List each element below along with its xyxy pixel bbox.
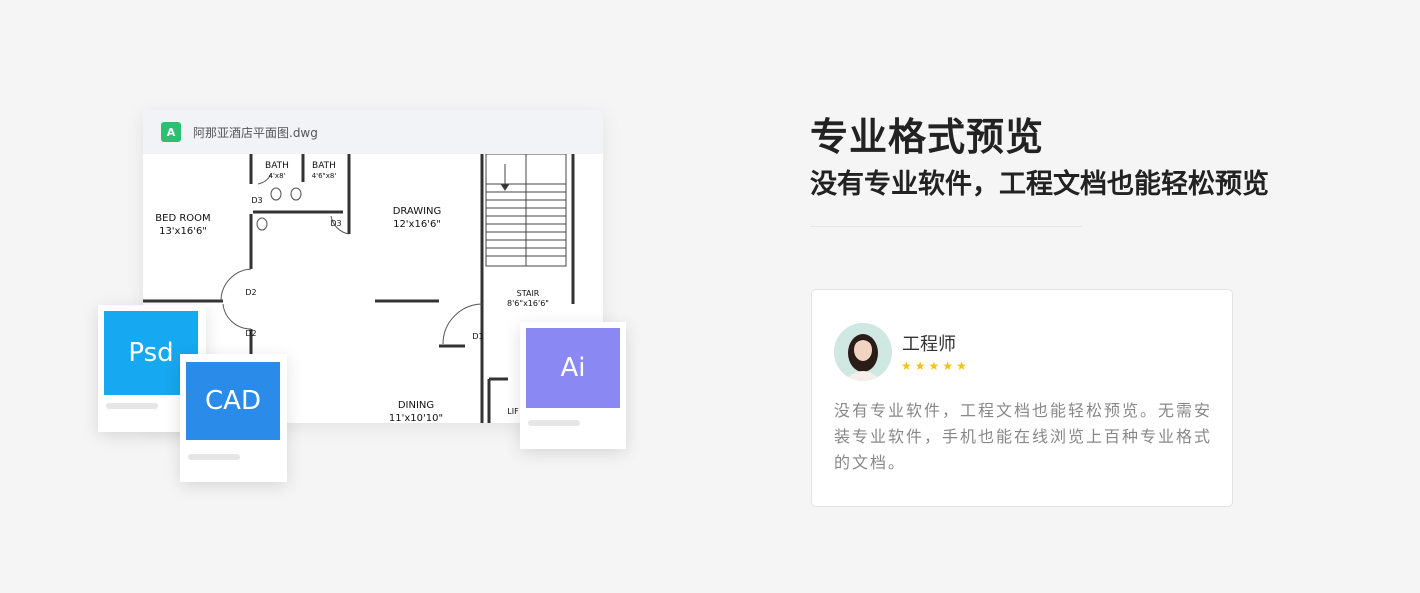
divider (810, 226, 1082, 227)
plan-label-bath2-size: 4'6"x8' (312, 172, 337, 180)
dwg-file-icon: A (161, 122, 181, 142)
ai-format-tile: Ai (526, 328, 620, 408)
door-label-d2a: D2 (245, 288, 256, 297)
file-name: 阿那亚酒店平面图.dwg (193, 125, 318, 140)
cad-format-tile: CAD (186, 362, 280, 440)
star-icon: ★ (942, 359, 954, 373)
star-icon: ★ (914, 359, 926, 373)
door-label-d2b: D2 (245, 329, 256, 338)
door-label-d3b: D3 (330, 219, 341, 228)
door-label-d3a: D3 (251, 196, 262, 205)
reviewer-avatar (834, 323, 892, 381)
review-text: 没有专业软件，工程文档也能轻松预览。无需安装专业软件，手机也能在线浏览上百种专业… (834, 401, 1213, 472)
plan-label-bedroom-size: 13'x16'6" (159, 226, 207, 237)
door-label-d1: D1 (472, 332, 483, 341)
star-icon: ★ (956, 359, 967, 373)
rating-stars: ★ ★ ★ ★ ★ (901, 360, 967, 372)
plan-label-bath2: BATH (312, 161, 336, 171)
format-card-cad: CAD (180, 354, 287, 482)
plan-label-drawing: DRAWING (393, 206, 442, 217)
plan-label-drawing-size: 12'x16'6" (393, 219, 441, 230)
section-headline: 专业格式预览 (810, 115, 1045, 159)
plan-label-stair-size: 8'6"x16'6" (507, 299, 549, 308)
card-placeholder-bar (528, 420, 580, 426)
plan-label-lift: LIF (507, 407, 519, 416)
plan-label-stair: STAIR (517, 289, 540, 298)
reviewer-name: 工程师 (902, 334, 956, 355)
plan-label-bath1: BATH (265, 161, 289, 171)
plan-label-dining-size: 11'x10'10" (389, 413, 443, 423)
section-subheadline: 没有专业软件，工程文档也能轻松预览 (810, 169, 1269, 200)
format-card-ai: Ai (520, 322, 626, 449)
star-icon: ★ (928, 359, 940, 373)
plan-label-bedroom: BED ROOM (155, 213, 210, 224)
plan-label-dining: DINING (398, 400, 434, 411)
review-card: 工程师 ★ ★ ★ ★ ★ 没有专业软件，工程文档也能轻松预览。无需安装专业软件… (811, 289, 1233, 507)
card-placeholder-bar (106, 403, 158, 409)
preview-header: A 阿那亚酒店平面图.dwg (143, 110, 603, 154)
plan-label-bath1-size: 4'x8' (269, 172, 286, 180)
card-placeholder-bar (188, 454, 240, 460)
star-icon: ★ (901, 359, 912, 373)
